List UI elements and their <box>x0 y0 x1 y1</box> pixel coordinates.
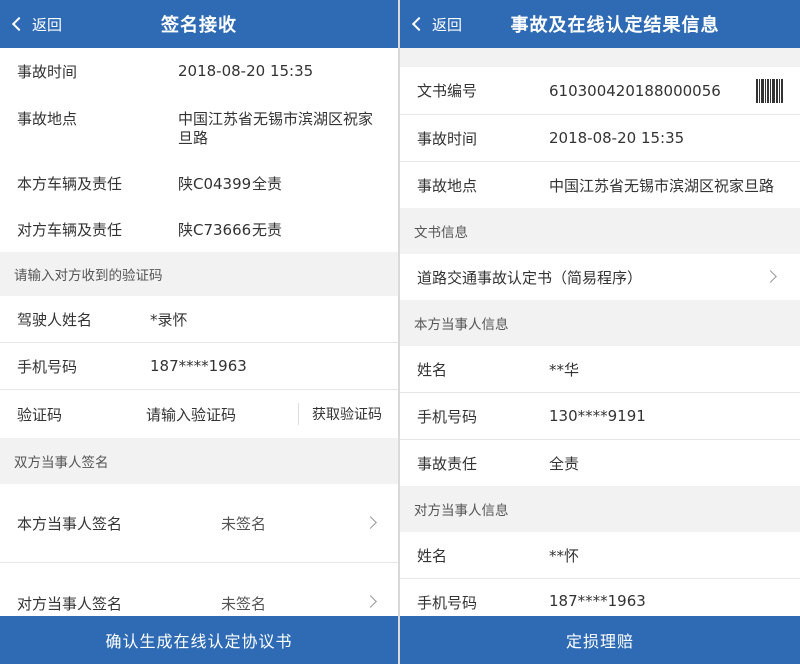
other-sign-label: 对方当事人签名 <box>17 595 123 613</box>
get-code-button[interactable]: 获取验证码 <box>312 404 382 424</box>
code-label: 验证码 <box>17 405 63 424</box>
other-phone-value: 187****1963 <box>549 592 646 610</box>
own-name-label: 姓名 <box>417 360 448 379</box>
screen: 返回 签名接收 事故时间 2018-08-20 15:35 事故地点 中国江苏省… <box>0 0 800 664</box>
accident-time-label: 事故时间 <box>417 129 478 148</box>
own-sign-label: 本方当事人签名 <box>17 514 123 533</box>
accident-place-value-line2: 旦路 <box>178 129 209 147</box>
accident-place-value-line1: 中国江苏省无锡市滨湖区祝家 <box>178 110 374 128</box>
other-phone-label: 手机号码 <box>417 594 478 612</box>
driver-name-value: *录怀 <box>150 310 188 329</box>
signature-receive-screen: 返回 签名接收 事故时间 2018-08-20 15:35 事故地点 中国江苏省… <box>0 0 398 664</box>
header-bar: 返回 事故及在线认定结果信息 <box>400 0 800 48</box>
doc-number-value: 610300420188000056 <box>549 81 721 100</box>
phone-value: 187****1963 <box>150 357 247 375</box>
other-vehicle-plate: 陕C73666 <box>178 220 252 239</box>
damage-claim-button[interactable]: 定损理赔 <box>400 616 800 664</box>
other-party-section-header: 对方当事人信息 <box>400 486 800 532</box>
doc-number-label: 文书编号 <box>417 82 478 100</box>
own-sign-row[interactable]: 本方当事人签名 未签名 <box>0 484 398 562</box>
back-label: 返回 <box>32 15 63 34</box>
own-phone-row: 手机号码 130****9191 <box>400 393 800 439</box>
header-bar: 返回 签名接收 <box>0 0 398 48</box>
driver-name-row: 驾驶人姓名 *录怀 <box>0 296 398 342</box>
doc-section-header: 文书信息 <box>400 208 800 254</box>
other-name-label: 姓名 <box>417 546 448 565</box>
own-liability-row: 事故责任 全责 <box>400 440 800 486</box>
accident-time-value: 2018-08-20 15:35 <box>178 62 314 80</box>
accident-result-screen: 返回 事故及在线认定结果信息 文书编号 610300420188000056 事… <box>400 0 800 664</box>
own-liability-label: 事故责任 <box>417 454 478 473</box>
accident-time-row: 事故时间 2018-08-20 15:35 <box>400 115 800 161</box>
back-label: 返回 <box>432 15 463 34</box>
own-liability-badge: 全责 <box>252 174 283 193</box>
phone-label: 手机号码 <box>17 357 78 376</box>
own-name-value: **华 <box>549 360 580 379</box>
accident-place-row: 事故地点 中国江苏省无锡市滨湖区祝家旦路 <box>400 162 800 208</box>
own-phone-label: 手机号码 <box>417 407 478 426</box>
back-button[interactable]: 返回 <box>10 0 62 48</box>
other-name-value: **怀 <box>549 546 580 565</box>
chevron-right-icon <box>364 516 377 529</box>
own-vehicle-row: 本方车辆及责任 陕C04399 全责 <box>0 160 398 206</box>
own-liability-value: 全责 <box>549 454 580 473</box>
accident-time-row: 事故时间 2018-08-20 15:35 <box>0 48 398 94</box>
barcode-icon[interactable] <box>756 79 786 103</box>
back-chevron-icon <box>11 16 27 32</box>
page-title: 事故及在线认定结果信息 <box>510 15 720 36</box>
accident-place-value: 中国江苏省无锡市滨湖区祝家旦路 <box>549 176 775 195</box>
back-button[interactable]: 返回 <box>410 0 462 48</box>
confirm-generate-button[interactable]: 确认生成在线认定协议书 <box>0 616 398 664</box>
other-vehicle-row: 对方车辆及责任 陕C73666 无责 <box>0 206 398 252</box>
accident-place-label: 事故地点 <box>417 176 478 195</box>
code-separator <box>298 403 299 425</box>
other-vehicle-label: 对方车辆及责任 <box>17 220 123 239</box>
other-sign-status: 未签名 <box>221 595 267 613</box>
own-party-section-header: 本方当事人信息 <box>400 300 800 346</box>
page-title: 签名接收 <box>161 15 237 36</box>
accident-place-label: 事故地点 <box>17 110 78 128</box>
driver-name-label: 驾驶人姓名 <box>17 310 93 329</box>
doc-number-row: 文书编号 610300420188000056 <box>400 67 800 114</box>
phone-row: 手机号码 187****1963 <box>0 343 398 389</box>
doc-item-row[interactable]: 道路交通事故认定书（简易程序） <box>400 254 800 300</box>
own-vehicle-label: 本方车辆及责任 <box>17 174 123 193</box>
chevron-right-icon <box>764 270 777 283</box>
code-input[interactable]: 请输入验证码 <box>146 404 236 425</box>
sign-section-header: 双方当事人签名 <box>0 438 398 484</box>
code-row: 验证码 请输入验证码 获取验证码 <box>0 390 398 438</box>
other-name-row: 姓名 **怀 <box>400 532 800 578</box>
chevron-right-icon <box>364 595 377 608</box>
accident-time-value: 2018-08-20 15:35 <box>549 129 685 147</box>
accident-time-label: 事故时间 <box>17 62 78 81</box>
other-sign-row[interactable]: 对方当事人签名 未签名 <box>0 563 398 616</box>
other-liability-badge: 无责 <box>252 220 283 239</box>
own-phone-value: 130****9191 <box>549 407 646 425</box>
back-chevron-icon <box>411 16 427 32</box>
own-vehicle-plate: 陕C04399 <box>178 174 252 193</box>
other-phone-row: 手机号码 187****1963 <box>400 579 800 616</box>
doc-item-label: 道路交通事故认定书（简易程序） <box>417 268 643 287</box>
accident-place-row: 事故地点 中国江苏省无锡市滨湖区祝家 旦路 <box>0 94 398 160</box>
own-sign-status: 未签名 <box>221 514 267 533</box>
verify-section-header: 请输入对方收到的验证码 <box>0 252 398 296</box>
own-name-row: 姓名 **华 <box>400 346 800 392</box>
